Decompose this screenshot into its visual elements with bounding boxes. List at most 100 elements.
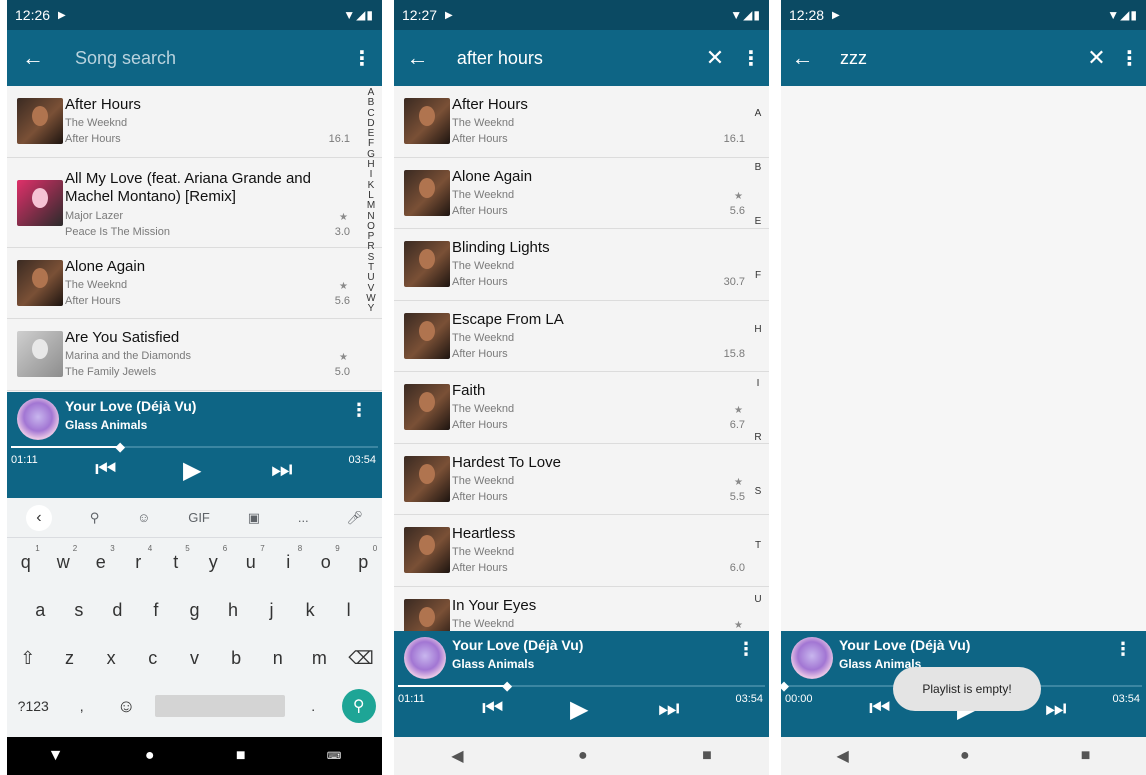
index-letter[interactable]: F [747, 270, 769, 281]
seek-bar[interactable]: ◆ [398, 679, 765, 692]
song-row[interactable]: Alone Again The Weeknd After Hours 5.6 ★ [394, 158, 769, 229]
emoji-sticker-icon[interactable]: ☺ [137, 510, 150, 525]
play-icon[interactable]: ▶ [183, 456, 201, 485]
more-vert-icon[interactable]: ⋮ [737, 639, 755, 660]
key-o[interactable]: o9 [310, 544, 342, 573]
now-playing-art[interactable] [17, 398, 59, 440]
nav-home-icon[interactable]: ● [145, 747, 155, 765]
more-vert-icon[interactable]: ⋮ [342, 46, 382, 71]
skip-previous-icon[interactable]: ⏮ [869, 695, 891, 723]
translate-icon[interactable]: ▣ [248, 510, 260, 526]
index-letter[interactable]: I [747, 378, 769, 389]
skip-next-icon[interactable]: ⏭ [658, 695, 680, 723]
symbols-key[interactable]: ?123 [13, 698, 53, 714]
song-search-input[interactable] [59, 47, 342, 69]
key-s[interactable]: s [63, 600, 95, 621]
key-j[interactable]: j [256, 600, 288, 621]
key-f[interactable]: f [140, 600, 172, 621]
more-vert-icon[interactable]: ⋮ [733, 46, 769, 71]
index-letter[interactable]: E [747, 216, 769, 227]
song-row[interactable]: After Hours The Weeknd After Hours 16.1 [7, 86, 382, 158]
nav-back-icon[interactable]: ◀ [451, 746, 463, 766]
key-h[interactable]: h [217, 600, 249, 621]
nav-recents-icon[interactable]: ■ [236, 747, 246, 765]
close-icon[interactable]: ✕ [1080, 45, 1113, 71]
seek-thumb[interactable]: ◆ [781, 679, 789, 692]
index-letter[interactable]: Y [360, 303, 382, 314]
nav-back-icon[interactable]: ▼ [48, 747, 64, 765]
more-vert-icon[interactable]: ⋮ [1114, 639, 1132, 660]
more-vert-icon[interactable]: ⋮ [350, 400, 368, 421]
key-x[interactable]: x [95, 648, 127, 669]
song-row[interactable]: After Hours The Weeknd After Hours 16.1 [394, 86, 769, 158]
index-letter[interactable]: R [747, 432, 769, 443]
key-t[interactable]: t5 [160, 544, 192, 573]
index-letter[interactable]: T [747, 540, 769, 551]
backspace-icon[interactable]: ⌫ [345, 648, 377, 669]
key-m[interactable]: m [303, 648, 335, 669]
key-n[interactable]: n [262, 648, 294, 669]
comma-key[interactable]: , [66, 698, 98, 714]
index-letter[interactable]: A [747, 108, 769, 119]
back-arrow-icon[interactable]: ← [7, 45, 59, 71]
song-row[interactable]: Heartless The Weeknd After Hours 6.0 [394, 515, 769, 587]
more-vert-icon[interactable]: ⋮ [1113, 46, 1146, 71]
key-z[interactable]: z [53, 648, 85, 669]
song-row[interactable]: In Your EyesThe WeekndAfter Hours★ [394, 587, 769, 632]
alphabet-index[interactable]: A B E F H I R S T U [747, 86, 769, 632]
song-row[interactable]: Hardest To Love The Weeknd After Hours 5.5 ★ [394, 444, 769, 515]
seek-bar[interactable]: ◆ [11, 440, 378, 453]
key-d[interactable]: d [101, 600, 133, 621]
now-playing-art[interactable] [791, 637, 833, 679]
key-i[interactable]: i8 [272, 544, 304, 573]
song-row[interactable]: Are You Satisfied Marina and the Diamonds… [7, 319, 382, 391]
search-icon[interactable]: ⚲ [341, 689, 376, 723]
nav-back-icon[interactable]: ◀ [837, 746, 849, 766]
key-a[interactable]: a [24, 600, 56, 621]
skip-previous-icon[interactable]: ⏮ [482, 695, 504, 723]
key-c[interactable]: c [137, 648, 169, 669]
key-u[interactable]: u7 [235, 544, 267, 573]
key-e[interactable]: e3 [85, 544, 117, 573]
key-w[interactable]: w2 [47, 544, 79, 573]
key-g[interactable]: g [178, 600, 210, 621]
gif-button[interactable]: GIF [188, 510, 210, 525]
skip-previous-icon[interactable]: ⏮ [95, 456, 117, 484]
now-playing-art[interactable] [404, 637, 446, 679]
key-q[interactable]: q1 [10, 544, 42, 573]
index-letter[interactable]: S [747, 486, 769, 497]
key-v[interactable]: v [178, 648, 210, 669]
key-y[interactable]: y6 [197, 544, 229, 573]
keyboard-back-icon[interactable]: ‹ [25, 504, 52, 531]
nav-recents-icon[interactable]: ■ [702, 747, 712, 765]
song-row[interactable]: Alone Again The Weeknd After Hours 5.6 ★ [7, 248, 382, 319]
key-l[interactable]: l [333, 600, 365, 621]
song-row[interactable]: Faith The Weeknd After Hours 6.7 ★ [394, 372, 769, 444]
skip-next-icon[interactable]: ⏭ [271, 456, 293, 484]
index-letter[interactable]: B [747, 162, 769, 173]
shift-icon[interactable]: ⇧ [12, 648, 44, 669]
back-arrow-icon[interactable]: ← [781, 45, 824, 71]
key-k[interactable]: k [294, 600, 326, 621]
song-search-input[interactable] [823, 47, 1080, 69]
period-key[interactable]: . [297, 698, 329, 714]
seek-thumb[interactable]: ◆ [115, 440, 125, 453]
space-key[interactable] [154, 695, 285, 717]
song-row[interactable]: Blinding Lights The Weeknd After Hours 30.7 [394, 229, 769, 301]
play-icon[interactable]: ▶ [570, 695, 588, 724]
key-p[interactable]: p0 [347, 544, 379, 573]
key-r[interactable]: r4 [122, 544, 154, 573]
song-row[interactable]: Escape From LA The Weeknd After Hours 15.8 [394, 301, 769, 372]
nav-home-icon[interactable]: ● [960, 747, 970, 765]
song-search-input[interactable] [440, 47, 697, 69]
index-letter[interactable]: H [747, 324, 769, 335]
song-row[interactable]: All My Love (feat. Ariana Grande and Mac… [7, 158, 382, 248]
alphabet-index[interactable]: ABCDEFGHIKLMNOPRSTUVWY [360, 87, 382, 315]
seek-thumb[interactable]: ◆ [502, 679, 512, 692]
close-icon[interactable]: ✕ [697, 45, 733, 71]
mic-icon[interactable]: 🎤︎ [347, 510, 364, 526]
more-options-button[interactable]: ... [298, 510, 309, 525]
back-arrow-icon[interactable]: ← [394, 45, 441, 71]
search-icon[interactable]: ⚲ [90, 510, 100, 526]
song-list[interactable]: After Hours The Weeknd After Hours 16.1 All … [7, 86, 382, 392]
